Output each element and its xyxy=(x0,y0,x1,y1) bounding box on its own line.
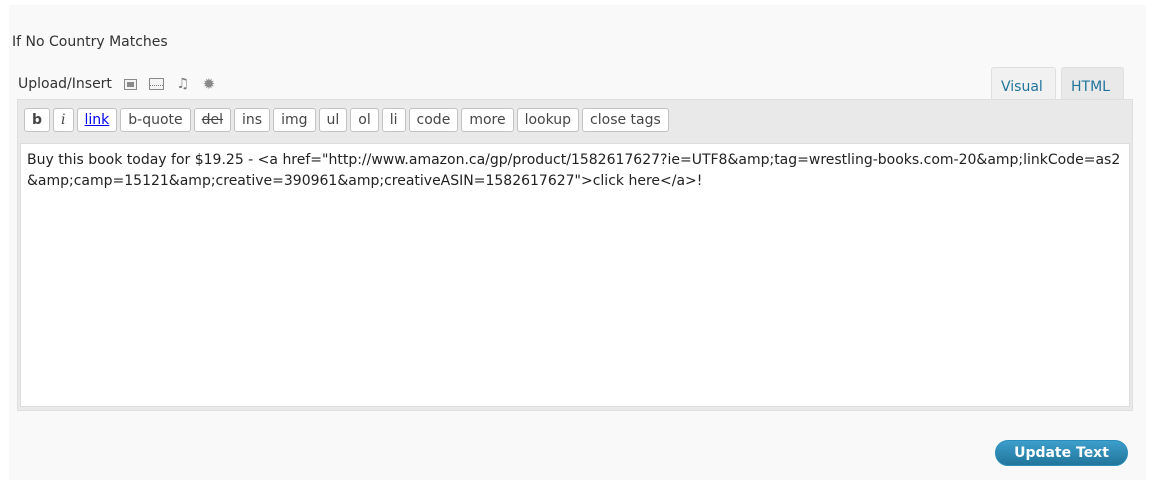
add-media-icon[interactable]: ✹ xyxy=(202,77,216,92)
lookup-button[interactable]: lookup xyxy=(516,108,580,132)
ins-button[interactable]: ins xyxy=(234,108,271,132)
ul-button[interactable]: ul xyxy=(318,108,348,132)
html-editor: b i link b-quote del ins img ul ol li co… xyxy=(17,99,1133,411)
code-button[interactable]: code xyxy=(408,108,459,132)
editor-textarea[interactable]: Buy this book today for $19.25 - <a href… xyxy=(20,143,1130,407)
tab-html[interactable]: HTML xyxy=(1061,67,1124,99)
add-image-icon[interactable] xyxy=(123,78,137,90)
add-video-icon[interactable] xyxy=(148,78,164,90)
del-button[interactable]: del xyxy=(193,108,232,132)
close-tags-button[interactable]: close tags xyxy=(582,108,669,132)
media-upload-bar: Upload/Insert ♫ ✹ xyxy=(18,73,216,95)
link-button[interactable]: link xyxy=(76,108,118,132)
upload-insert-label: Upload/Insert xyxy=(18,76,112,92)
more-button[interactable]: more xyxy=(461,108,514,132)
italic-button[interactable]: i xyxy=(53,108,74,132)
ol-button[interactable]: ol xyxy=(350,108,379,132)
blockquote-button[interactable]: b-quote xyxy=(120,108,191,132)
quicktags-toolbar: b i link b-quote del ins img ul ol li co… xyxy=(24,108,672,132)
li-button[interactable]: li xyxy=(381,108,406,132)
tab-visual[interactable]: Visual xyxy=(991,67,1056,99)
section-title: If No Country Matches xyxy=(12,34,168,50)
add-audio-icon[interactable]: ♫ xyxy=(176,77,190,91)
img-button[interactable]: img xyxy=(273,108,316,132)
bold-button[interactable]: b xyxy=(24,108,51,132)
update-text-button[interactable]: Update Text xyxy=(995,440,1128,466)
